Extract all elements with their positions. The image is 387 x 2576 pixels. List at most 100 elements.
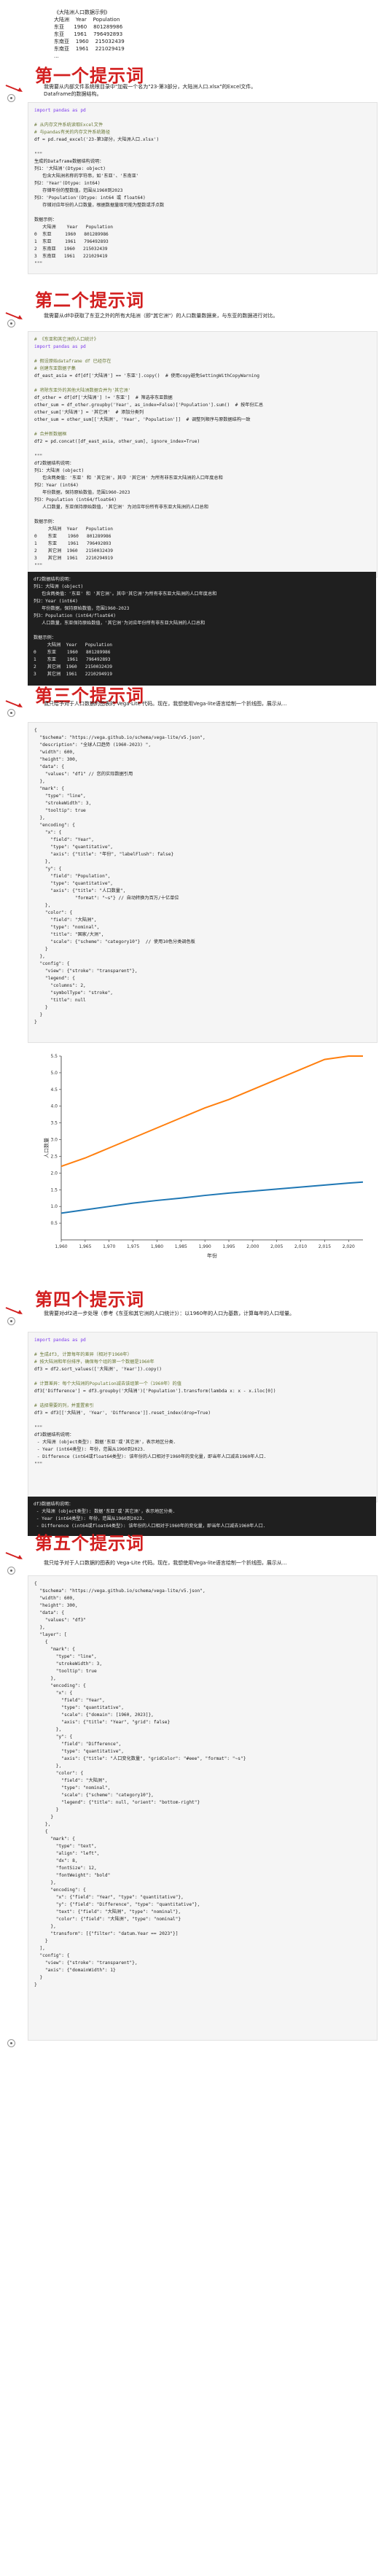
code-line: 列1：'大陆洲'(Dtype: object) [34,166,106,171]
code-line: { [34,1581,37,1586]
code-line: } [34,1982,37,1987]
code-line: """ [34,152,43,157]
code-cell-3[interactable]: { "$schema": "https://vega.github.io/sch… [28,722,378,1043]
code-line: # 假设原始dataframe df 已经存在 [34,359,112,364]
code-line: "width": 600, [34,750,75,755]
code-line: "strokeWidth": 3, [34,1661,103,1667]
code-line: "type": "nominal", [34,1785,111,1791]
code-line: "type": "line", [34,1654,97,1659]
code-line: # 合并新数据框 [34,432,67,437]
code-line: df3 = df2.sort_values(['大陆洲', 'Year']).c… [34,1367,163,1372]
series-line-2 [60,1055,363,1168]
code-line: other_sum = other_sum[['大陆洲', 'Year', 'P… [34,417,251,422]
cell-run-icon[interactable] [7,709,15,717]
code-line: # 计算差异：每个大陆洲的Population减去该组第一个（1960年）的值 [34,1381,181,1386]
code-line: """ [34,1462,43,1467]
code-line: "view": {"stroke": "transparent"}, [34,969,138,974]
code-line: """ [34,261,43,266]
code-line: 包含两类值：'东亚' 和 '其它洲'。其中'其它洲'为所有非东亚大陆洲的人口年度… [34,591,217,597]
prompt-1-text-b: Dataframe的数据结构。 [44,91,102,97]
code-line: df2数据结构说明： [34,461,74,466]
code-line: "x": { [34,830,62,835]
code-line: # 从内存文件系统读取Excel文件 [34,123,103,128]
code-line: "$schema": "https://vega.github.io/schem… [34,1588,206,1594]
code-cell-2[interactable]: # 《东亚和其它洲的人口统计》 import pandas as pd # 假设原… [28,331,378,578]
code-line: 1 东亚 1961 796492893 [34,657,111,662]
arrow-icon-2 [5,312,23,319]
code-line: "dx": 8, [34,1858,78,1863]
code-line: } [34,1939,48,1944]
code-line: "type": "text", [34,1844,97,1849]
cell-run-icon[interactable] [7,1317,15,1325]
x-tick-label: 1,970 [103,1244,115,1249]
code-line: } [34,1975,43,1980]
code-line: """ [34,1425,43,1430]
code-line: "align": "left", [34,1851,100,1856]
code-cell-1[interactable]: import pandas as pd # 从内存文件系统读取Excel文件 # … [28,102,378,274]
code-line: - Year (int64类型): 年份，范围从1960到2023. [34,1447,146,1452]
code-line: }, [34,859,51,864]
code-cell-5[interactable]: { "$schema": "https://vega.github.io/sch… [28,1575,378,2041]
code-line: "axis": {"title": "人口数量", [34,888,126,893]
code-line: "type": "quantitative", [34,1705,124,1710]
data-sample-block: 《大陆洲人口数据示例》 大陆洲 Year Population 东亚 1960 80… [54,9,375,60]
code-line: "encoding": { [34,823,75,828]
code-line: }, [34,1676,56,1681]
y-tick-label: 3.0 [50,1138,58,1143]
code-line: "x": {"field": "Year", "type": "quantita… [34,1895,184,1900]
code-line: df3数据结构说明： [34,1432,74,1438]
code-line: "values": "df1" // 您的实际数据引用 [34,772,133,777]
heading-prompt-2: 第二个提示词 [35,290,144,311]
x-axis-label: 年份 [207,1252,217,1259]
code-line: 包含大陆洲名称的字符串，如'东亚'、'东南亚' [34,174,139,179]
code-line: """ [34,563,43,568]
data-sample-line: 大陆洲 Year Population [54,17,120,23]
code-line: df3 = df3[['大陆洲', 'Year', 'Difference']]… [34,1411,211,1416]
code-line: "text": {"field": "大陆洲", "type": "nomina… [34,1909,181,1914]
x-tick-label: 1,990 [199,1244,211,1249]
code-line: "title": null [34,998,86,1003]
code-line: } [34,1020,37,1025]
code-line: "title": "国家/大洲", [34,932,104,937]
code-line: { [34,728,37,733]
code-line: "field": "大陆洲", [34,917,97,923]
code-line: "height": 300, [34,1603,78,1608]
code-line: }, [34,903,51,908]
code-line: "tooltip": true [34,808,86,813]
y-tick-label: 5.0 [50,1071,58,1076]
prompt-3-text: 我只给予对于人口数据的图表的 Vega-Lite 代码。现在，我想使用Vega-… [44,701,287,707]
prompt-5-text: 我只给予对于人口数据的图表的 Vega-Lite 代码。现在，我想使用Vega-… [44,1560,287,1566]
code-line: "field": "Population", [34,874,111,879]
code-line: "view": {"stroke": "transparent"}, [34,1960,138,1966]
data-sample-line: 《大陆洲人口数据示例》 [54,9,110,15]
output-cell-2: df2数据结构说明： 列1：大陆洲 (object) 包含两类值：'东亚' 和 '… [28,572,376,686]
code-line: 大陆洲 Year Population [34,527,113,532]
x-tick-label: 1,975 [127,1244,139,1249]
code-line: "strokeWidth": 3, [34,801,92,806]
code-line: "legend": { [34,976,75,981]
code-line: # 按大陆洲和年份排序，确保每个组的第一个数据是1960年 [34,1359,155,1365]
code-line: "mark": { [34,786,64,791]
code-line: "type": "quantitative", [34,881,114,886]
code-line: df = pd.read_excel('23-第3部分，大陆洲人口.xlsx') [34,137,160,142]
cell-run-icon[interactable] [7,2039,15,2047]
code-line: }, [34,1727,62,1732]
y-tick-label: 5.5 [50,1054,58,1059]
code-line: "scale": {"scheme": "category10"} // 使用1… [34,939,195,944]
code-line: } [34,947,48,952]
code-line: 年份数据，保持原始数值，范围1960-2023 [34,490,130,495]
cell-run-icon[interactable] [7,94,15,102]
output-cell-2-lines: df2数据结构说明： 列1：大陆洲 (object) 包含两类值：'东亚' 和 '… [28,576,376,678]
code-cell-4[interactable]: import pandas as pd # 生成df3, 计算每年的差异（相对于… [28,1332,378,1502]
code-line: 存储对应年份的人口数量，根据数据量级可能为整数或浮点数 [34,203,165,208]
cell-run-icon[interactable] [7,319,15,327]
code-line: "data": { [34,1610,64,1615]
code-line: }, [34,1822,51,1827]
code-line: "description": "全球人口趋势 (1960-2023) ", [34,742,152,748]
code-line: } [34,1815,54,1820]
y-tick-label: 0.5 [50,1221,58,1226]
cell-run-icon[interactable] [7,1567,15,1575]
